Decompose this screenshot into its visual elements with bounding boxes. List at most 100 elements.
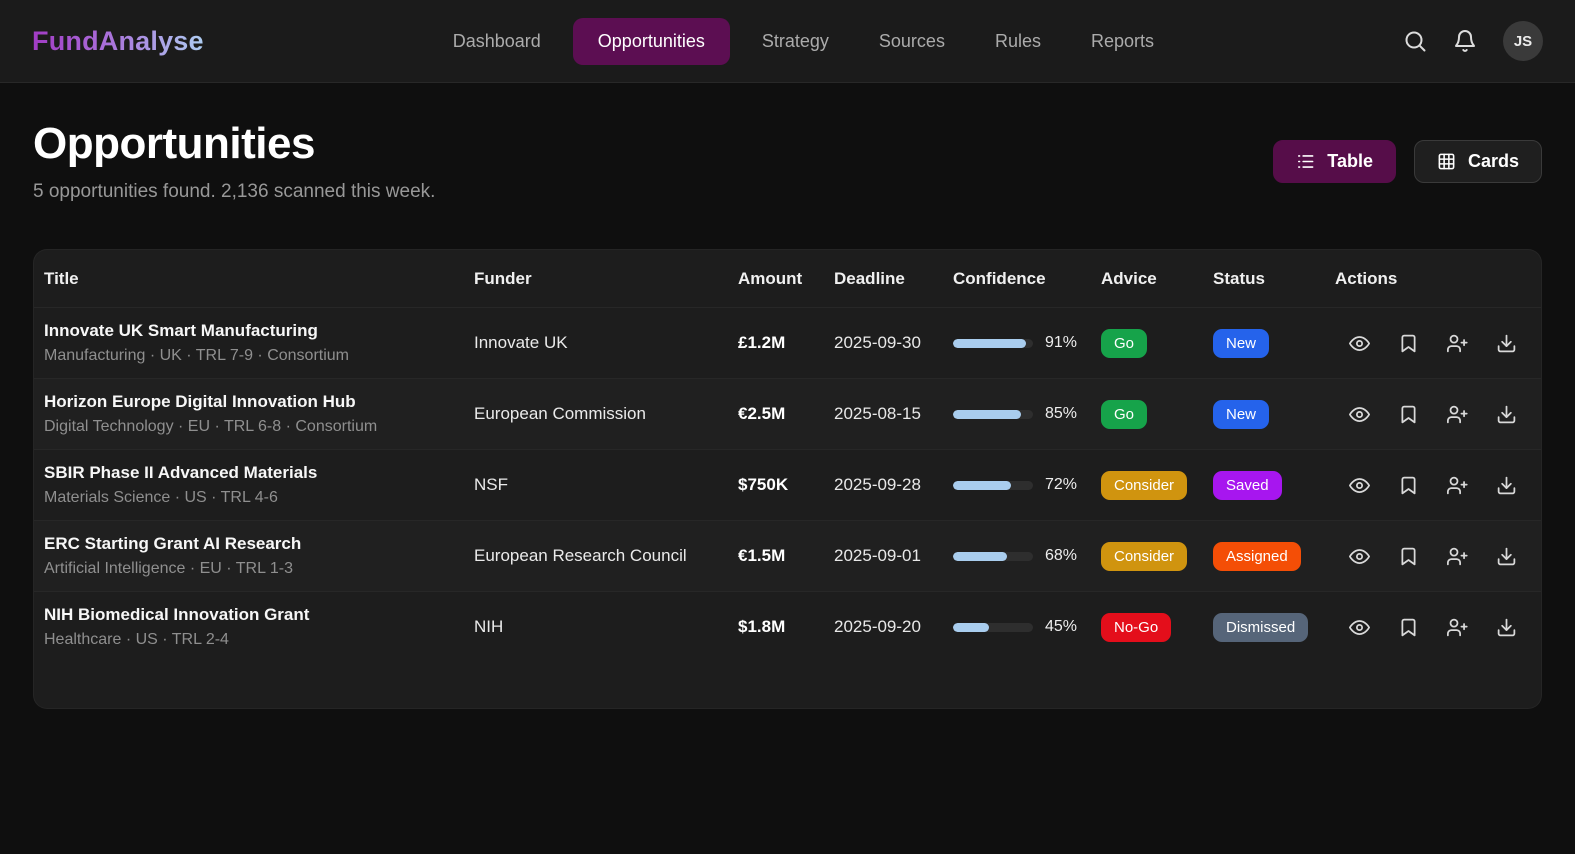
opportunity-title-cell: Horizon Europe Digital Innovation Hub Di… xyxy=(44,392,474,436)
opportunity-title-cell: ERC Starting Grant AI Research Artificia… xyxy=(44,534,474,578)
download-button[interactable] xyxy=(1496,333,1517,354)
bookmark-icon xyxy=(1398,404,1419,425)
user-plus-icon xyxy=(1447,333,1468,354)
download-button[interactable] xyxy=(1496,404,1517,425)
advice-badge: Consider xyxy=(1101,542,1187,571)
grid-icon xyxy=(1437,152,1456,171)
confidence-percent: 85% xyxy=(1045,405,1077,423)
funder-cell: NSF xyxy=(474,475,738,495)
user-plus-icon xyxy=(1447,546,1468,567)
bookmark-button[interactable] xyxy=(1398,546,1419,567)
actions-cell xyxy=(1335,475,1541,496)
view-button[interactable] xyxy=(1349,617,1370,638)
logo-secondary: Analyse xyxy=(99,26,204,56)
amount-cell: £1.2M xyxy=(738,333,834,353)
assign-button[interactable] xyxy=(1447,404,1468,425)
view-button[interactable] xyxy=(1349,546,1370,567)
amount-cell: $1.8M xyxy=(738,617,834,637)
view-button[interactable] xyxy=(1349,475,1370,496)
user-plus-icon xyxy=(1447,404,1468,425)
bookmark-icon xyxy=(1398,475,1419,496)
bookmark-button[interactable] xyxy=(1398,333,1419,354)
bookmark-button[interactable] xyxy=(1398,617,1419,638)
column-header-funder: Funder xyxy=(474,269,738,289)
table-view-button[interactable]: Table xyxy=(1273,140,1396,183)
eye-icon xyxy=(1349,475,1370,496)
download-button[interactable] xyxy=(1496,475,1517,496)
page-header-left: Opportunities 5 opportunities found. 2,1… xyxy=(33,119,435,203)
assign-button[interactable] xyxy=(1447,546,1468,567)
confidence-bar-fill xyxy=(953,623,989,632)
opportunity-title: ERC Starting Grant AI Research xyxy=(44,534,474,554)
download-button[interactable] xyxy=(1496,546,1517,567)
status-badge: New xyxy=(1213,400,1269,429)
bookmark-button[interactable] xyxy=(1398,404,1419,425)
status-badge: Dismissed xyxy=(1213,613,1308,642)
advice-cell: No-Go xyxy=(1101,613,1213,642)
assign-button[interactable] xyxy=(1447,475,1468,496)
table-header-row: Title Funder Amount Deadline Confidence … xyxy=(34,250,1541,307)
funder-cell: European Research Council xyxy=(474,546,738,566)
list-icon xyxy=(1296,152,1315,171)
status-badge: Saved xyxy=(1213,471,1282,500)
page-header: Opportunities 5 opportunities found. 2,1… xyxy=(33,119,1542,203)
table-row: ERC Starting Grant AI Research Artificia… xyxy=(34,520,1541,591)
status-cell: Assigned xyxy=(1213,542,1335,571)
assign-button[interactable] xyxy=(1447,333,1468,354)
amount-cell: €1.5M xyxy=(738,546,834,566)
deadline-cell: 2025-09-30 xyxy=(834,333,953,353)
nav-item-rules[interactable]: Rules xyxy=(977,19,1059,64)
bookmark-icon xyxy=(1398,333,1419,354)
confidence-bar-fill xyxy=(953,552,1007,561)
opportunity-title: NIH Biomedical Innovation Grant xyxy=(44,605,474,625)
confidence-bar-track xyxy=(953,410,1033,419)
confidence-cell: 45% xyxy=(953,618,1101,636)
advice-cell: Go xyxy=(1101,400,1213,429)
opportunities-table: Title Funder Amount Deadline Confidence … xyxy=(33,249,1542,709)
assign-button[interactable] xyxy=(1447,617,1468,638)
nav-item-reports[interactable]: Reports xyxy=(1073,19,1172,64)
actions-cell xyxy=(1335,546,1541,567)
view-button[interactable] xyxy=(1349,333,1370,354)
table-row: Horizon Europe Digital Innovation Hub Di… xyxy=(34,378,1541,449)
confidence-percent: 68% xyxy=(1045,547,1077,565)
column-header-deadline: Deadline xyxy=(834,269,953,289)
confidence-cell: 72% xyxy=(953,476,1101,494)
deadline-cell: 2025-09-28 xyxy=(834,475,953,495)
deadline-cell: 2025-08-15 xyxy=(834,404,953,424)
download-icon xyxy=(1496,333,1517,354)
confidence-cell: 91% xyxy=(953,334,1101,352)
download-button[interactable] xyxy=(1496,617,1517,638)
nav-item-strategy[interactable]: Strategy xyxy=(744,19,847,64)
opportunity-meta: Healthcare · US · TRL 2-4 xyxy=(44,631,474,649)
bell-icon[interactable] xyxy=(1453,29,1477,53)
opportunity-title: Horizon Europe Digital Innovation Hub xyxy=(44,392,474,412)
nav-item-opportunities[interactable]: Opportunities xyxy=(573,18,730,65)
cards-view-label: Cards xyxy=(1468,151,1519,172)
column-header-status: Status xyxy=(1213,269,1335,289)
opportunity-title-cell: Innovate UK Smart Manufacturing Manufact… xyxy=(44,321,474,365)
column-header-advice: Advice xyxy=(1101,269,1213,289)
opportunity-title-cell: NIH Biomedical Innovation Grant Healthca… xyxy=(44,605,474,649)
view-toggle: Table Cards xyxy=(1273,140,1542,183)
advice-badge: Go xyxy=(1101,329,1147,358)
cards-view-button[interactable]: Cards xyxy=(1414,140,1542,183)
page-title: Opportunities xyxy=(33,119,435,169)
opportunity-title: SBIR Phase II Advanced Materials xyxy=(44,463,474,483)
user-avatar[interactable]: JS xyxy=(1503,21,1543,61)
bookmark-icon xyxy=(1398,617,1419,638)
confidence-percent: 45% xyxy=(1045,618,1077,636)
download-icon xyxy=(1496,617,1517,638)
opportunity-title-cell: SBIR Phase II Advanced Materials Materia… xyxy=(44,463,474,507)
actions-cell xyxy=(1335,617,1541,638)
nav-item-dashboard[interactable]: Dashboard xyxy=(435,19,559,64)
funder-cell: NIH xyxy=(474,617,738,637)
confidence-percent: 91% xyxy=(1045,334,1077,352)
search-icon[interactable] xyxy=(1403,29,1427,53)
confidence-bar-track xyxy=(953,339,1033,348)
view-button[interactable] xyxy=(1349,404,1370,425)
bookmark-button[interactable] xyxy=(1398,475,1419,496)
nav-item-sources[interactable]: Sources xyxy=(861,19,963,64)
deadline-cell: 2025-09-20 xyxy=(834,617,953,637)
status-cell: New xyxy=(1213,329,1335,358)
